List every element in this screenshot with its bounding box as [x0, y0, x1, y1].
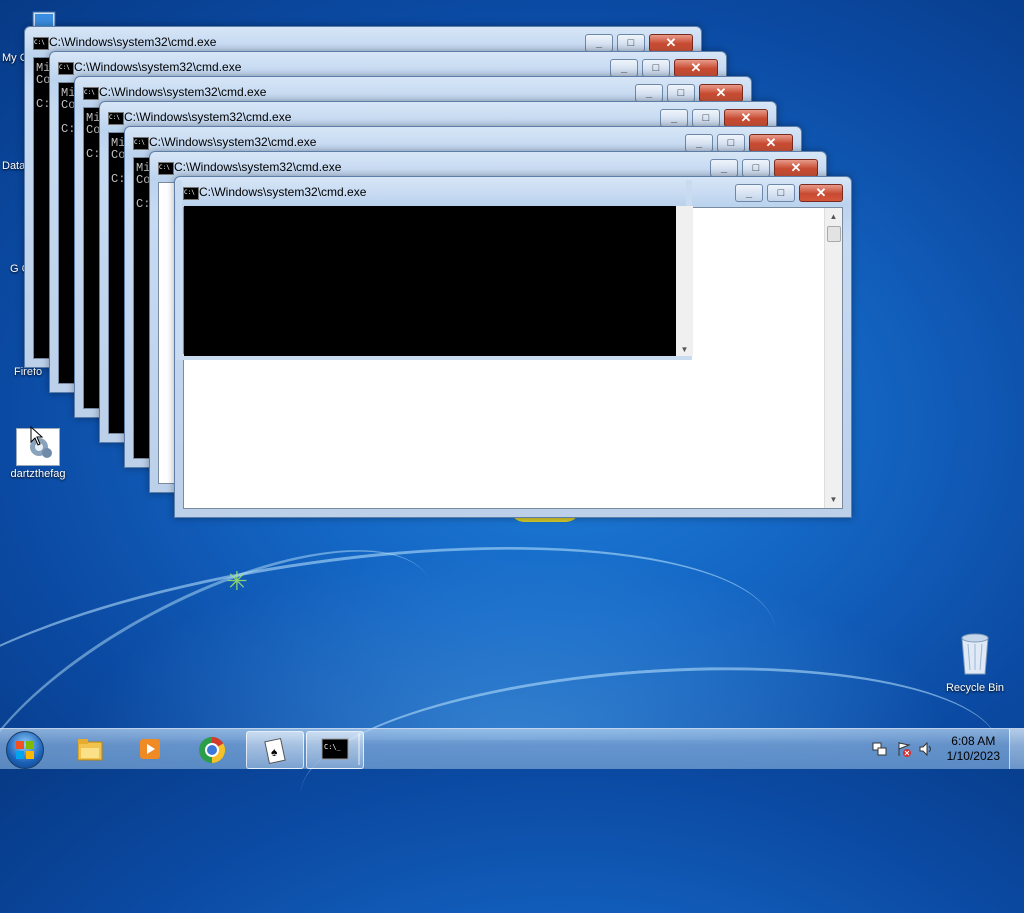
close-button[interactable]: ✕ [649, 34, 693, 52]
windows-logo-icon [16, 741, 34, 759]
cmd-icon: C:\ [33, 37, 49, 50]
show-desktop-button[interactable] [1009, 729, 1024, 769]
network-icon[interactable] [872, 741, 888, 757]
mouse-cursor-icon [30, 426, 44, 446]
vertical-scrollbar[interactable]: ▲ ▼ [824, 208, 842, 508]
vertical-scrollbar[interactable]: ▼ [676, 206, 693, 356]
window-title: C:\Windows\system32\cmd.exe [99, 85, 267, 99]
close-button[interactable]: ✕ [699, 84, 743, 102]
start-button[interactable] [6, 731, 44, 769]
desktop-icon-recycle-bin[interactable]: Recycle Bin [939, 630, 1011, 694]
maximize-button[interactable]: □ [667, 84, 695, 102]
taskbar-solitaire[interactable]: ♠ [246, 731, 304, 769]
taskbar-media-player[interactable] [122, 731, 178, 767]
media-player-icon [136, 736, 164, 762]
close-button[interactable]: ✕ [774, 159, 818, 177]
scroll-down-arrow-icon[interactable]: ▼ [676, 345, 693, 354]
close-button[interactable]: ✕ [749, 134, 793, 152]
minimize-button[interactable]: _ [710, 159, 738, 177]
clock[interactable]: 6:08 AM 1/10/2023 [947, 734, 1000, 764]
maximize-button[interactable]: □ [742, 159, 770, 177]
console-black-region [184, 206, 676, 356]
cmd-icon: C:\ [133, 137, 149, 150]
recycle-bin-icon [954, 630, 996, 680]
minimize-button[interactable]: _ [685, 134, 713, 152]
taskbar-cmd[interactable]: C:\_ [306, 731, 364, 769]
minimize-button[interactable]: _ [635, 84, 663, 102]
cmd-icon: C:\ [108, 112, 124, 125]
taskbar-chrome[interactable] [184, 731, 240, 767]
clock-date: 1/10/2023 [946, 749, 1000, 763]
cmd-icon: C:\ [58, 62, 74, 75]
desktop-icon-label: Recycle Bin [945, 682, 1005, 694]
scroll-up-arrow-icon[interactable]: ▲ [825, 208, 842, 225]
window-title: C:\Windows\system32\cmd.exe [174, 160, 342, 174]
cards-icon: ♠ [261, 737, 289, 765]
maximize-button[interactable]: □ [767, 184, 795, 202]
svg-text:♠: ♠ [271, 745, 278, 759]
action-center-flag-icon[interactable] [896, 741, 912, 757]
volume-icon[interactable] [918, 741, 934, 757]
maximize-button[interactable]: □ [717, 134, 745, 152]
taskbar-explorer[interactable] [62, 731, 118, 767]
cmd-icon: C:\_ [321, 737, 349, 763]
desktop-icon-label: dartzthefag [10, 468, 66, 480]
scroll-thumb[interactable] [827, 226, 841, 242]
minimize-button[interactable]: _ [585, 34, 613, 52]
cmd-icon: C:\ [158, 162, 174, 175]
taskbar: ♠ C:\_ 6:08 AM 1/10/2023 [0, 728, 1024, 769]
system-tray: 6:08 AM 1/10/2023 [854, 729, 1024, 769]
minimize-button[interactable]: _ [735, 184, 763, 202]
taskbar-separator [358, 733, 360, 765]
window-title: C:\Windows\system32\cmd.exe [199, 185, 367, 199]
minimize-button[interactable]: _ [660, 109, 688, 127]
minimize-button[interactable]: _ [610, 59, 638, 77]
maximize-button[interactable]: □ [617, 34, 645, 52]
close-button[interactable]: ✕ [674, 59, 718, 77]
cmd-icon: C:\ [83, 87, 99, 100]
close-button[interactable]: ✕ [724, 109, 768, 127]
folder-icon [76, 736, 104, 762]
window-title: C:\Windows\system32\cmd.exe [149, 135, 317, 149]
cmd-icon: C:\ [183, 187, 199, 200]
clock-time: 6:08 AM [951, 734, 996, 748]
window-title: C:\Windows\system32\cmd.exe [124, 110, 292, 124]
svg-text:C:\_: C:\_ [324, 743, 342, 751]
chrome-icon [198, 736, 226, 764]
scroll-down-arrow-icon[interactable]: ▼ [825, 491, 842, 508]
wallpaper-logo-fragment: ✳ [226, 566, 248, 596]
close-button[interactable]: ✕ [799, 184, 843, 202]
window-title: C:\Windows\system32\cmd.exe [49, 35, 217, 49]
maximize-button[interactable]: □ [642, 59, 670, 77]
maximize-button[interactable]: □ [692, 109, 720, 127]
window-title: C:\Windows\system32\cmd.exe [74, 60, 242, 74]
